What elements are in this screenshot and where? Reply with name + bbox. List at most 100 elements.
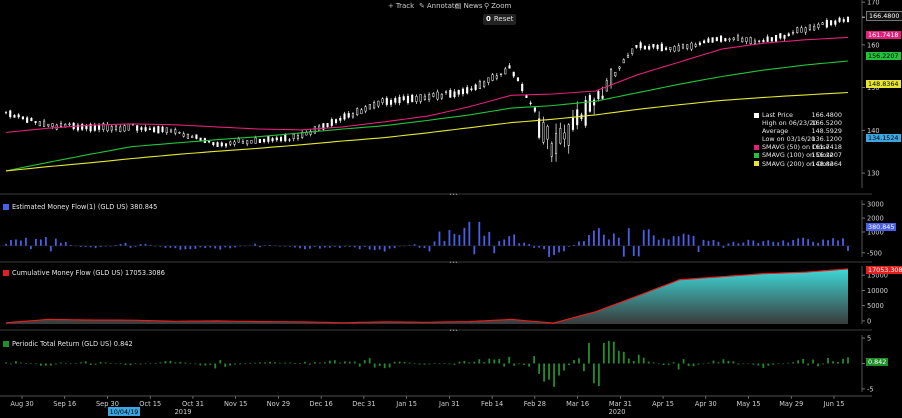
price-candle: [271, 138, 274, 142]
price-candle: [529, 102, 532, 104]
price-candle: [758, 40, 761, 42]
money-flow-bar: [383, 245, 386, 252]
total-return-bar: [667, 363, 670, 365]
total-return-bar: [383, 363, 386, 369]
price-candle: [237, 138, 240, 143]
total-return-bar: [214, 363, 217, 369]
price-candle: [550, 143, 553, 157]
money-flow-bar: [757, 242, 760, 246]
zoom-button[interactable]: ⚲ Zoom: [484, 1, 511, 12]
x-tick-label: Jan 31: [438, 400, 460, 408]
money-flow-bar: [772, 241, 775, 246]
price-candle: [68, 123, 71, 126]
x-tick-label: Dec 31: [352, 400, 375, 408]
price-candle: [415, 96, 418, 102]
money-flow-bar: [657, 239, 660, 246]
total-return-bar: [498, 358, 501, 364]
price-candle: [208, 140, 211, 143]
x-tick-label: Apr 15: [652, 400, 674, 408]
legend-value: 156.2207: [811, 151, 843, 160]
total-return-bar: [328, 360, 331, 364]
price-candle: [330, 119, 333, 126]
legend-average: Average 148.5929: [754, 127, 842, 135]
reset-button[interactable]: 0 Reset: [483, 14, 517, 25]
reset-icon: 0: [486, 15, 491, 23]
total-return-bar: [109, 363, 112, 364]
price-candle: [174, 129, 177, 134]
total-return-bar: [588, 342, 590, 364]
total-return-bar: [717, 362, 720, 364]
price-candle: [85, 125, 88, 130]
money-flow-bar: [468, 221, 471, 246]
cumulative-flow-title: Cumulative Money Flow (GLD US) 17053.308…: [3, 269, 165, 278]
cursor-value-tag: 134.1524: [866, 134, 901, 142]
x-tick-label: Sep 30: [96, 400, 119, 408]
total-return-bar: [69, 363, 72, 365]
total-return-bar: [458, 361, 461, 364]
total-return-bar: [443, 363, 446, 364]
total-return-bar: [373, 363, 376, 368]
total-return-bar: [632, 360, 635, 364]
price-candle: [406, 95, 410, 103]
money-flow-bar: [637, 245, 640, 257]
total-return-bar: [732, 361, 735, 364]
money-flow-bar: [64, 242, 67, 246]
news-button[interactable]: ▤ News: [455, 1, 483, 12]
total-return-bar: [5, 362, 7, 364]
total-return-bar: [483, 362, 486, 364]
total-return-bar: [10, 363, 12, 365]
x-tick-label: Mar 31: [609, 400, 632, 408]
price-candle: [796, 27, 799, 33]
total-return-bar: [612, 341, 615, 364]
total-return-bar: [842, 358, 844, 364]
total-return-bar: [284, 362, 286, 364]
money-flow-bar: [762, 241, 765, 246]
price-candle: [631, 48, 634, 54]
total-return-swatch: [3, 340, 9, 347]
price-candle: [728, 38, 731, 41]
money-flow-bar: [299, 245, 301, 249]
money-flow-bar: [458, 234, 461, 246]
price-candle: [419, 94, 422, 102]
total-return-bar: [508, 356, 511, 364]
x-tick-label: Oct 31: [182, 400, 204, 408]
price-candle: [791, 32, 795, 34]
price-candle: [669, 46, 672, 51]
total-return-bar: [184, 362, 187, 364]
money-flow-bar: [612, 233, 615, 246]
total-return-bar: [637, 354, 640, 364]
price-candle: [136, 125, 139, 131]
sma200-swatch: [754, 161, 759, 167]
news-label: News: [463, 2, 483, 10]
price-candle: [783, 35, 786, 39]
x-tick-label: Nov 15: [224, 400, 247, 408]
total-return-bar: [702, 363, 705, 365]
price-candle: [385, 97, 388, 105]
price-candle: [21, 116, 24, 120]
total-return-bar: [757, 363, 760, 366]
money-flow-bar: [498, 240, 501, 246]
legend-value: 161.7418: [811, 143, 843, 152]
money-flow-bar: [423, 245, 426, 249]
total-return-bar: [119, 363, 122, 365]
total-return-bar: [607, 340, 610, 364]
money-flow-bar: [588, 235, 590, 246]
money-flow-bar: [533, 245, 536, 248]
money-flow-bar: [214, 245, 217, 249]
total-return-bar: [782, 363, 785, 365]
total-return-bar: [403, 362, 406, 364]
price-candle: [542, 122, 545, 143]
price-candle: [622, 59, 625, 64]
total-return-bar: [194, 363, 197, 365]
money-flow-bar: [837, 240, 839, 246]
y-tick-label: 5: [867, 335, 871, 343]
price-candle: [711, 37, 714, 43]
annotate-button[interactable]: ✎ Annotate: [419, 1, 459, 12]
track-button[interactable]: + Track: [388, 1, 414, 12]
total-return-bar: [229, 363, 232, 366]
price-candle: [830, 20, 833, 26]
total-return-bar: [15, 361, 17, 364]
money-flow-bar: [523, 242, 526, 246]
total-return-bar: [827, 357, 829, 364]
money-flow-bar: [622, 245, 625, 257]
